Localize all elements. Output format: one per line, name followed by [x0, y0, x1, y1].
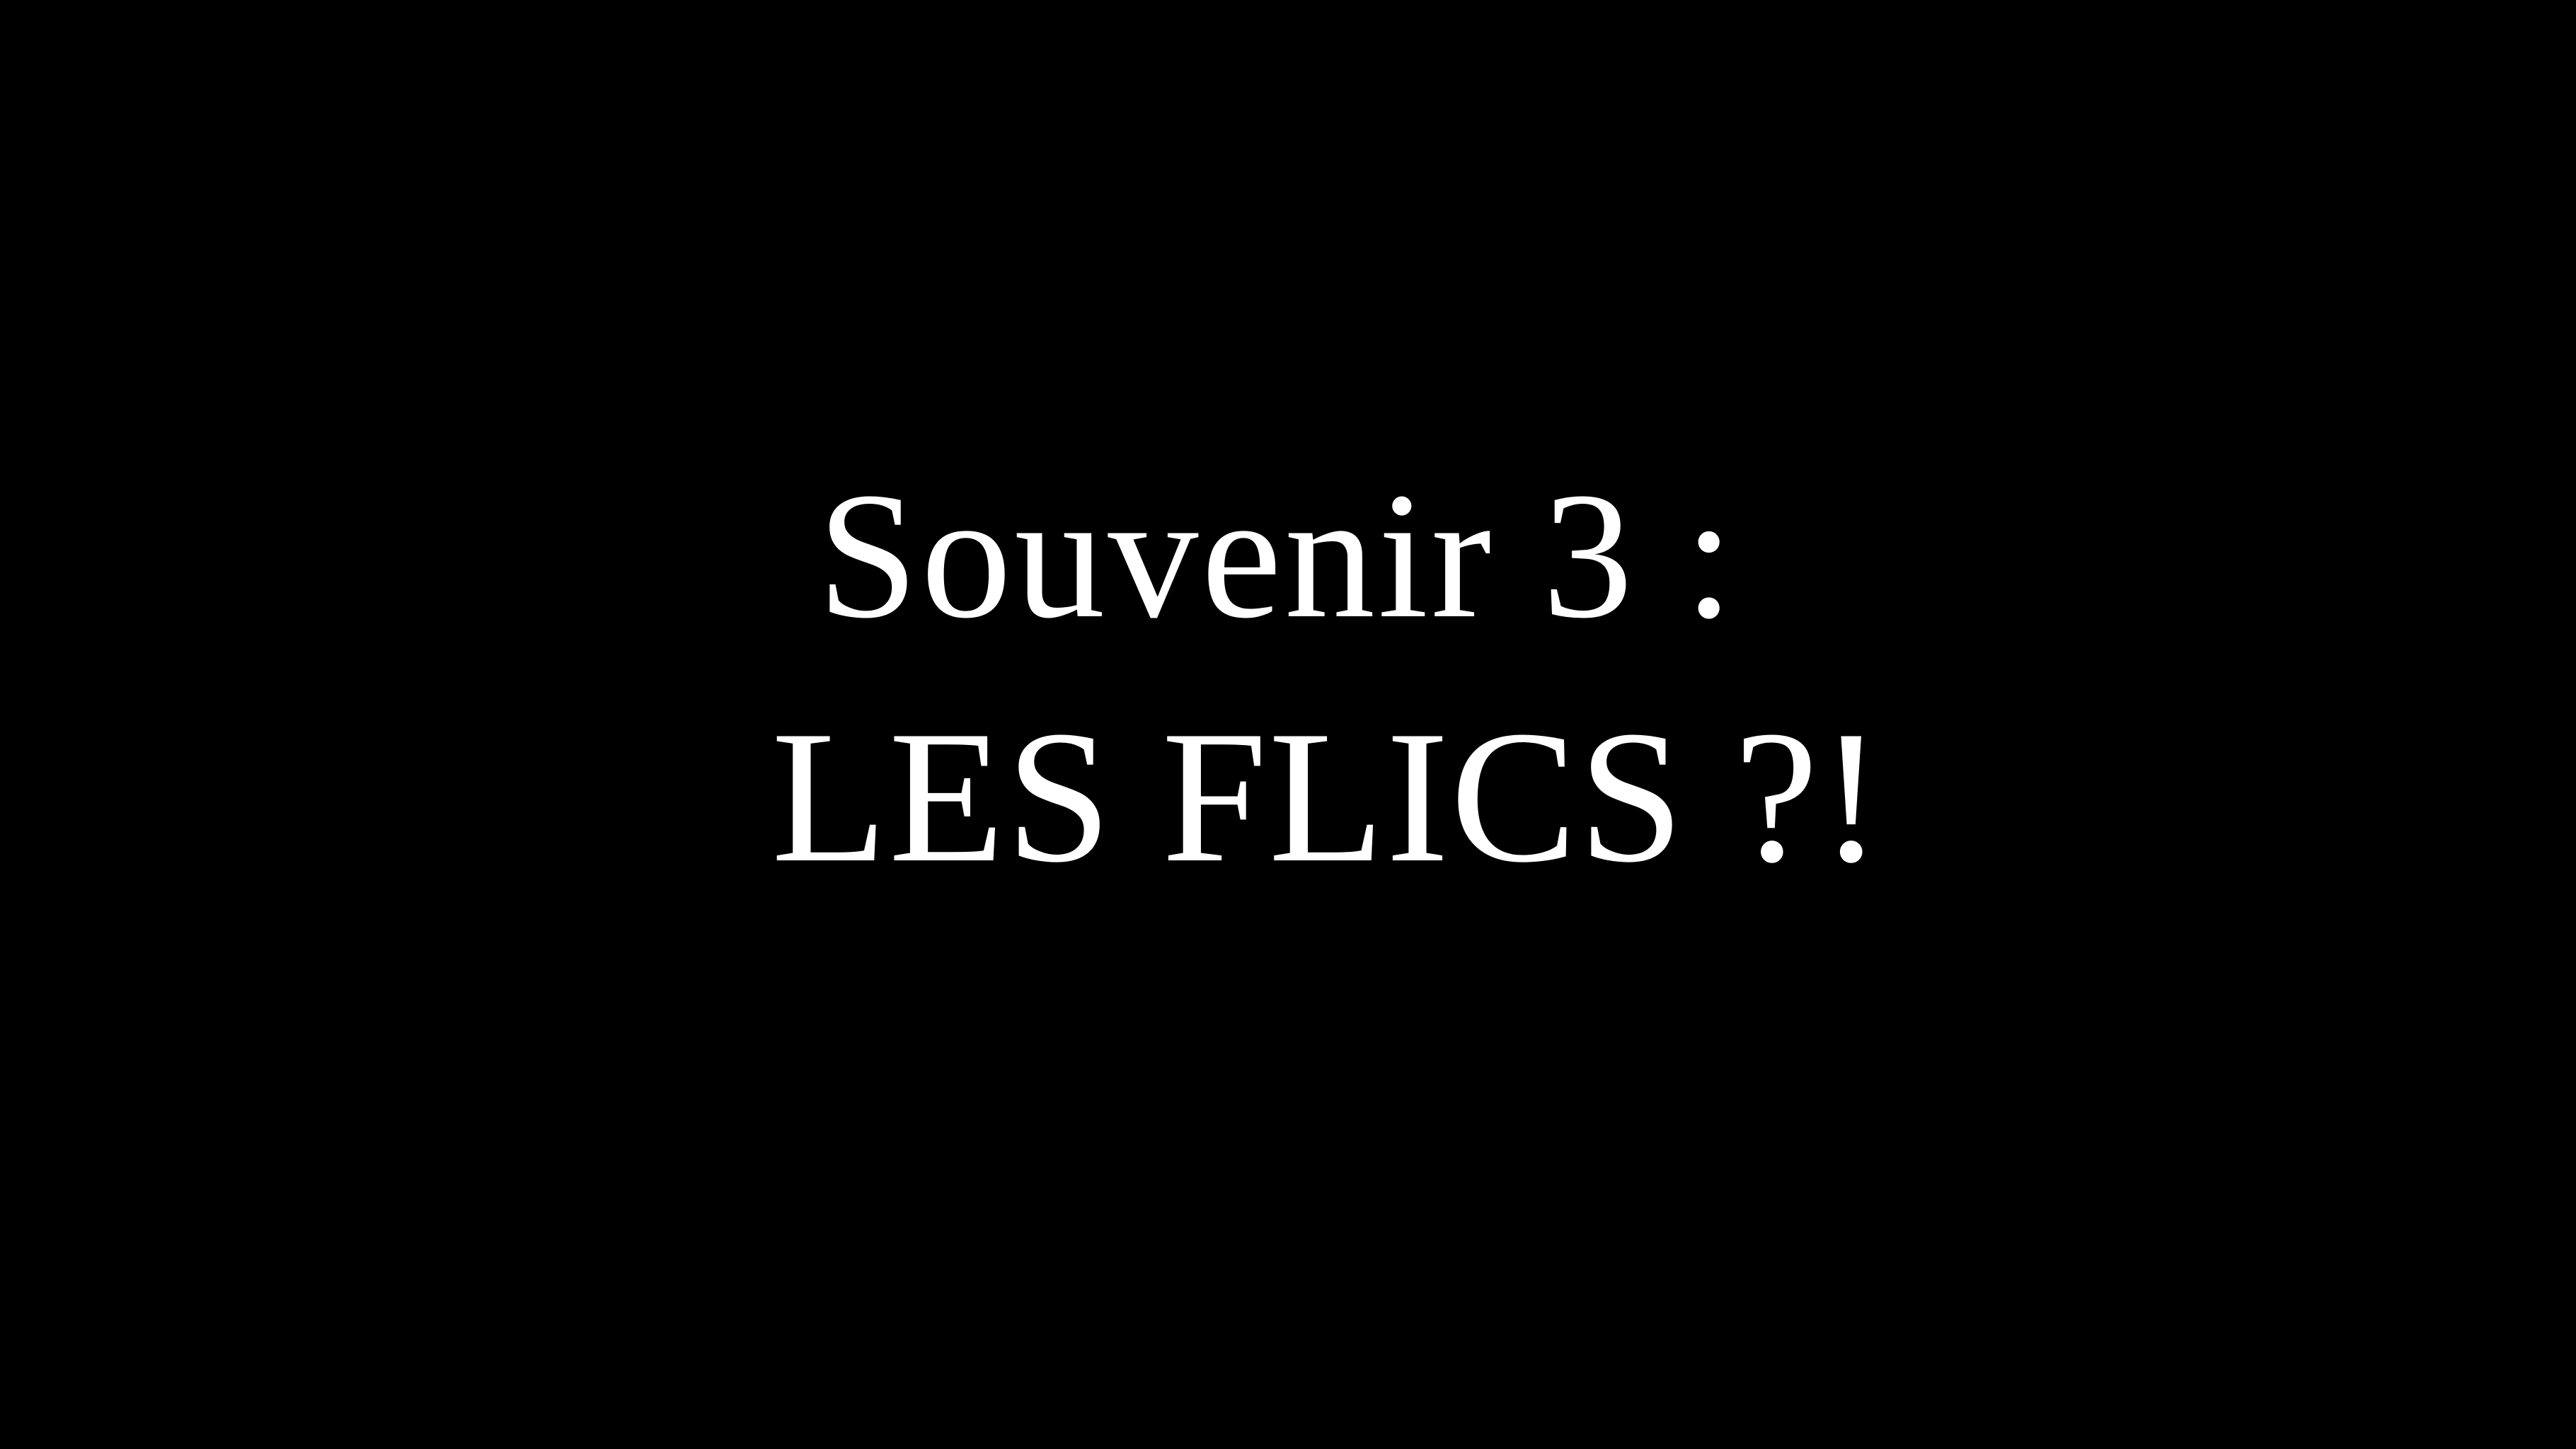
slide-subtitle: Souvenir 3 : — [817, 456, 1737, 656]
title-slide: Souvenir 3 : LES FLICS ?! — [0, 0, 2576, 1449]
slide-title: LES FLICS ?! — [771, 691, 1885, 901]
